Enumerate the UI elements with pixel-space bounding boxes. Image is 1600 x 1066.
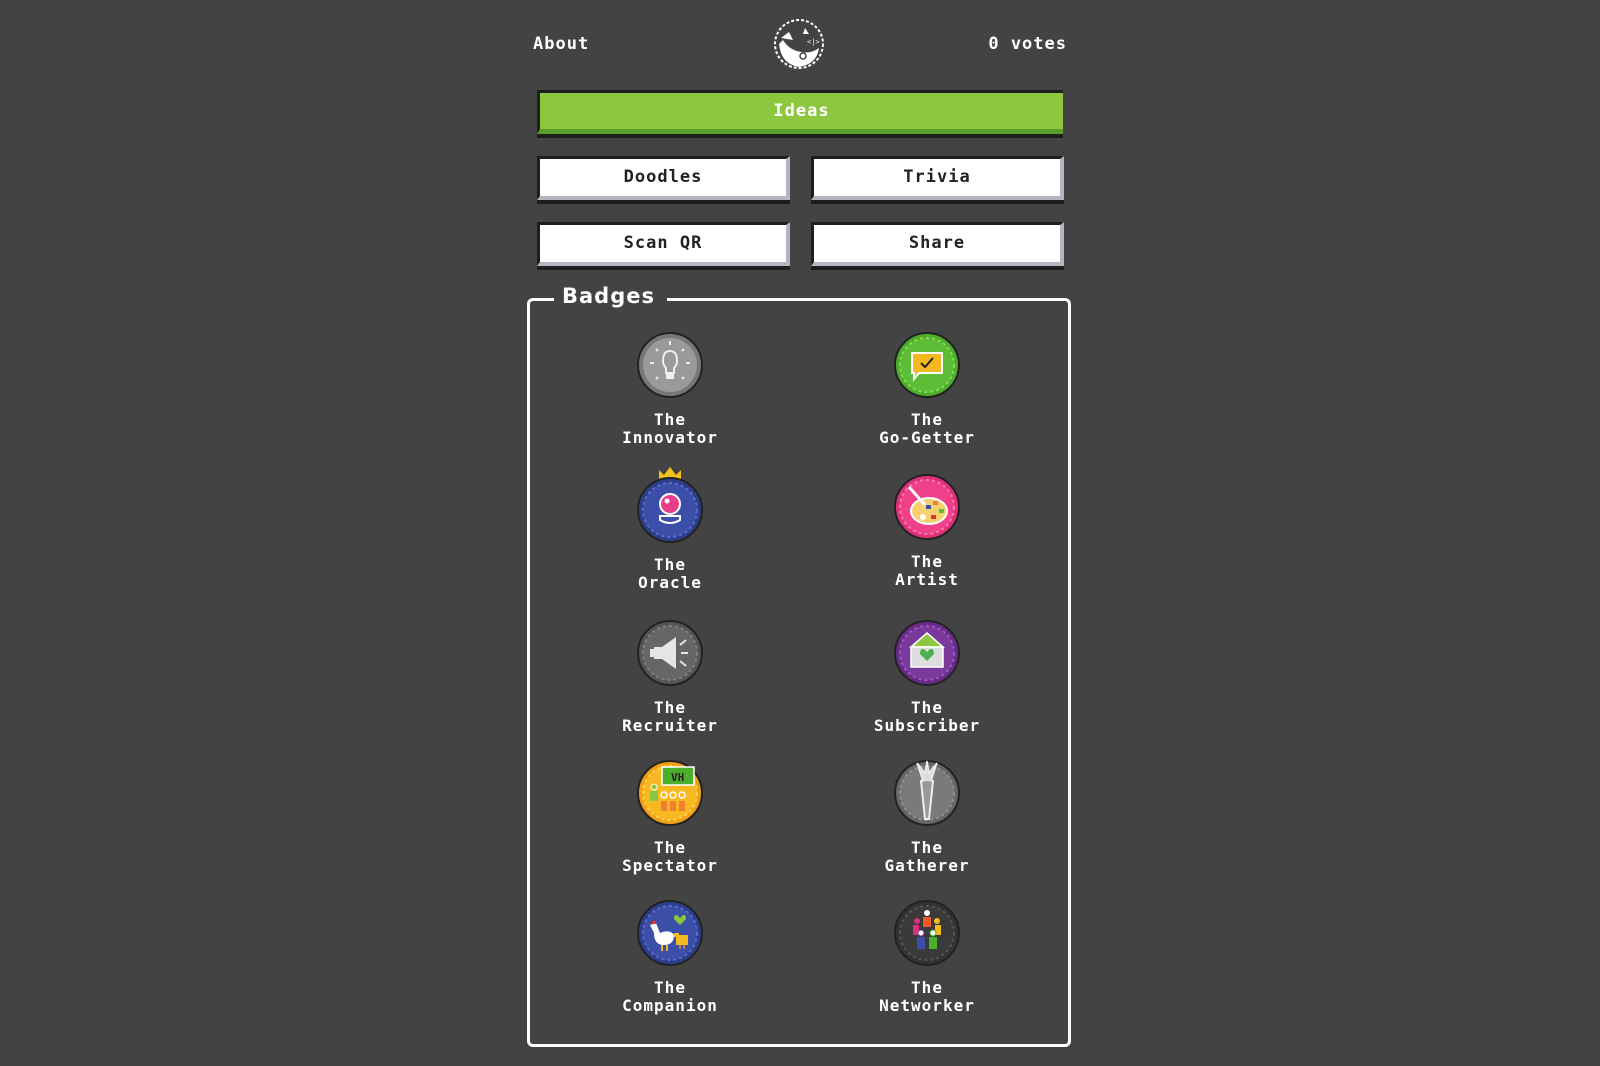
badge-name-line2: Spectator: [622, 856, 718, 875]
about-link[interactable]: About: [533, 34, 589, 54]
trivia-button[interactable]: Trivia: [811, 156, 1064, 200]
chicken-icon: [637, 900, 703, 966]
envelope-heart-icon: [894, 620, 960, 686]
carrot-icon: [894, 760, 960, 826]
badge-name-line1: The: [911, 838, 943, 857]
badges-title: Badges: [554, 284, 667, 308]
ideas-button[interactable]: Ideas: [537, 90, 1063, 134]
top-bar: About <|> 0 votes: [533, 19, 1067, 69]
badge-name-line1: The: [654, 698, 686, 717]
badge-go-getter[interactable]: The Go-Getter: [817, 331, 1037, 447]
badge-subscriber[interactable]: The Subscriber: [817, 619, 1037, 735]
badge-name-line2: Artist: [895, 570, 959, 589]
badge-name-line2: Networker: [879, 996, 975, 1015]
svg-text:VH: VH: [671, 771, 684, 784]
pig-logo-icon[interactable]: <|>: [773, 18, 825, 70]
scan-qr-button[interactable]: Scan QR: [537, 222, 790, 266]
badge-innovator[interactable]: The Innovator: [560, 331, 780, 447]
badge-name-line2: Subscriber: [873, 716, 981, 735]
audience-screen-icon: VH: [637, 760, 703, 826]
badge-networker[interactable]: The Networker: [817, 899, 1037, 1015]
badge-artist[interactable]: The Artist: [817, 473, 1037, 589]
badge-name-line2: Recruiter: [622, 716, 718, 735]
badge-name-line2: Innovator: [622, 428, 718, 447]
crystal-ball-icon: [637, 467, 703, 543]
badge-spectator[interactable]: VH The Spectator: [560, 759, 780, 875]
badge-name-line1: The: [654, 410, 686, 429]
badge-name-line1: The: [911, 552, 943, 571]
badge-name-line2: Go-Getter: [879, 428, 975, 447]
badge-recruiter[interactable]: The Recruiter: [560, 619, 780, 735]
badge-name-line1: The: [911, 410, 943, 429]
badge-name-line1: The: [911, 978, 943, 997]
badges-panel: Badges The Innovator The Go-Getter The O…: [527, 284, 1071, 1047]
badge-gatherer[interactable]: The Gatherer: [817, 759, 1037, 875]
badge-name-line1: The: [654, 838, 686, 857]
badge-name-line2: Oracle: [638, 573, 702, 592]
badge-companion[interactable]: The Companion: [560, 899, 780, 1015]
doodles-button[interactable]: Doodles: [537, 156, 790, 200]
share-button[interactable]: Share: [811, 222, 1064, 266]
badge-name-line1: The: [654, 555, 686, 574]
badge-name-line1: The: [911, 698, 943, 717]
lightbulb-icon: [637, 332, 703, 398]
badge-name-line2: Gatherer: [884, 856, 970, 875]
svg-text:<|>: <|>: [807, 38, 820, 46]
badge-name-line1: The: [654, 978, 686, 997]
megaphone-icon: [637, 620, 703, 686]
badge-name-line2: Companion: [622, 996, 718, 1015]
palette-icon: [894, 474, 960, 540]
votes-count: 0 votes: [988, 34, 1067, 54]
badge-oracle[interactable]: The Oracle: [560, 464, 780, 592]
chat-check-icon: [894, 332, 960, 398]
people-group-icon: [894, 900, 960, 966]
